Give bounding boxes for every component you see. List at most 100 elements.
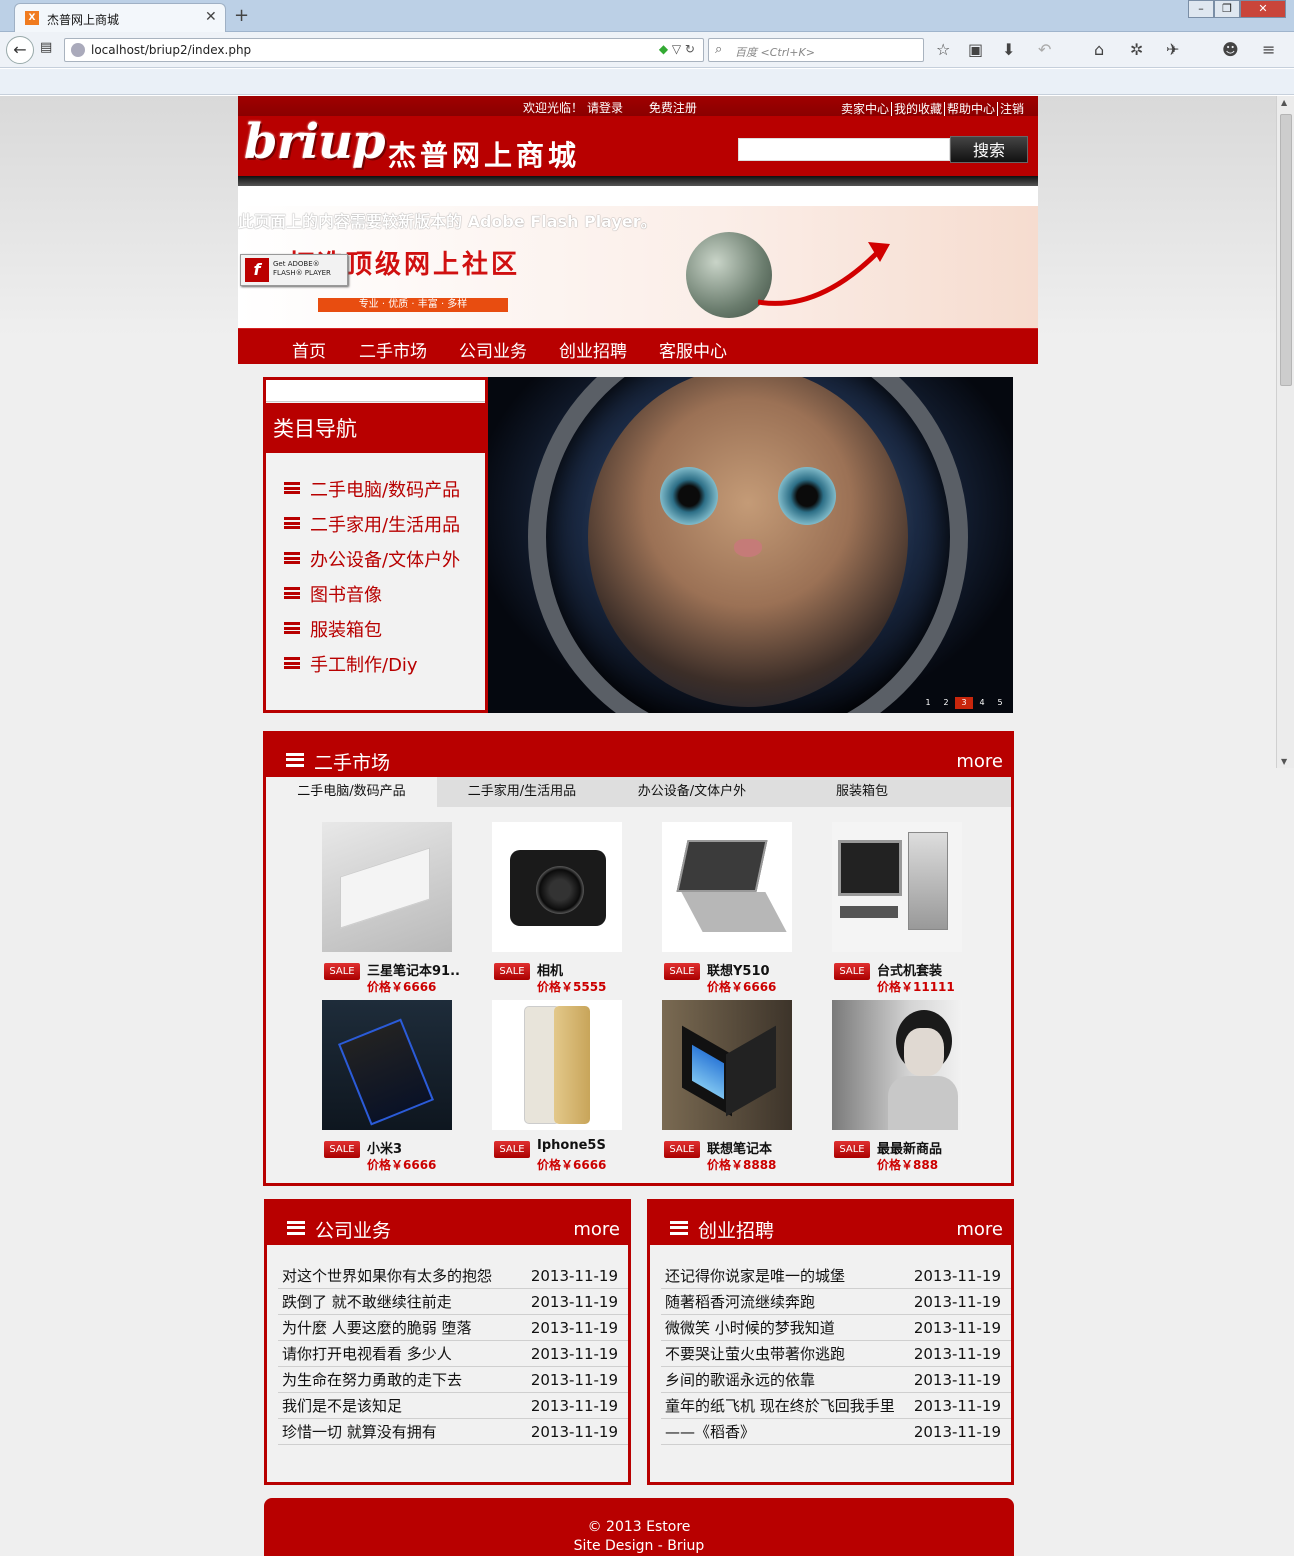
product-name[interactable]: 联想笔记本 (707, 1138, 772, 1157)
extension-icon[interactable]: ✈ (1166, 40, 1179, 59)
product-card[interactable]: SALE 最最新商品 价格￥888 (812, 1000, 962, 1172)
product-card[interactable]: SALE 联想笔记本 价格￥8888 (642, 1000, 792, 1172)
slider-dot[interactable]: 4 (973, 697, 991, 709)
category-item[interactable]: 办公设备/文体户外 (284, 546, 460, 581)
nav-home[interactable]: 首页 (292, 337, 326, 362)
product-card[interactable]: SALE 小米3 价格￥6666 (302, 1000, 452, 1172)
category-item[interactable]: 二手电脑/数码产品 (284, 476, 460, 511)
undo-icon[interactable]: ↶ (1038, 40, 1051, 59)
maximize-icon[interactable]: ❐ (1214, 0, 1240, 18)
more-link[interactable]: more (956, 751, 1003, 772)
tab-household[interactable]: 二手家用/生活用品 (437, 777, 607, 807)
get-flash-player-button[interactable]: f Get ADOBE® FLASH® PLAYER (240, 254, 348, 286)
news-item[interactable]: 还记得你说家是唯一的城堡 2013-11-19 (661, 1263, 1011, 1289)
product-card[interactable]: SALE 联想Y510 价格￥6666 (642, 822, 792, 994)
scroll-thumb[interactable] (1280, 114, 1292, 386)
menu-icon[interactable]: ≡ (1262, 40, 1275, 59)
product-name[interactable]: 联想Y510 (707, 960, 770, 979)
new-tab-icon[interactable]: + (234, 5, 249, 26)
tab-office[interactable]: 办公设备/文体户外 (607, 777, 777, 807)
nav-jobs[interactable]: 创业招聘 (559, 337, 627, 362)
scroll-up-icon[interactable]: ▲ (1281, 98, 1287, 107)
site-logo[interactable]: briup (244, 114, 386, 170)
site-search-input[interactable] (738, 138, 950, 161)
browser-search-input[interactable]: ⌕ 百度 <Ctrl+K> (708, 38, 924, 62)
close-tab-icon[interactable]: ✕ (205, 9, 217, 25)
logout-link[interactable]: 注销 (998, 102, 1026, 116)
vertical-scrollbar[interactable]: ▲ ▼ (1276, 96, 1294, 768)
list-icon (284, 517, 300, 529)
nav-second-hand-market[interactable]: 二手市场 (359, 337, 427, 362)
product-price: 价格￥888 (877, 1158, 939, 1172)
slider-dot[interactable]: 5 (991, 697, 1009, 709)
category-item[interactable]: 手工制作/Diy (284, 651, 460, 686)
nav-service-center[interactable]: 客服中心 (659, 337, 727, 362)
back-arrow-icon[interactable]: ← (6, 36, 34, 64)
search-button[interactable]: 搜索 (950, 136, 1028, 163)
nav-company-business[interactable]: 公司业务 (459, 337, 527, 362)
register-link[interactable]: 免费注册 (649, 101, 697, 115)
product-image[interactable] (322, 1000, 452, 1130)
slider-dot-active[interactable]: 3 (955, 697, 973, 709)
category-item[interactable]: 图书音像 (284, 581, 460, 616)
news-item[interactable]: 童年的纸飞机 现在终於飞回我手里 2013-11-19 (661, 1393, 1011, 1419)
seller-center-link[interactable]: 卖家中心 (838, 102, 892, 116)
history-icon[interactable]: ▤ (40, 40, 52, 55)
product-card[interactable]: SALE 台式机套装 价格￥11111 (812, 822, 962, 994)
favorites-link[interactable]: 我的收藏 (891, 102, 945, 116)
news-item[interactable]: 对这个世界如果你有太多的抱怨 2013-11-19 (278, 1263, 628, 1289)
news-item[interactable]: 我们是不是该知足 2013-11-19 (278, 1393, 628, 1419)
hero-slider[interactable]: 12345 (488, 377, 1013, 713)
product-name[interactable]: 台式机套装 (877, 960, 942, 979)
gear-icon[interactable]: ✲ (1130, 40, 1143, 59)
bookmark-star-icon[interactable]: ☆ (936, 40, 950, 59)
more-link[interactable]: more (573, 1219, 620, 1240)
login-link[interactable]: 请登录 (587, 101, 623, 115)
category-item[interactable]: 二手家用/生活用品 (284, 511, 460, 546)
product-image[interactable] (662, 1000, 792, 1130)
product-name[interactable]: 最最新商品 (877, 1138, 942, 1157)
news-item[interactable]: 不要哭让萤火虫带著你逃跑 2013-11-19 (661, 1341, 1011, 1367)
home-icon[interactable]: ⌂ (1094, 40, 1104, 59)
product-image[interactable] (492, 1000, 622, 1130)
product-card[interactable]: SALE 三星笔记本91.. 价格￥6666 (302, 822, 460, 994)
news-item[interactable]: 请你打开电视看看 多少人 2013-11-19 (278, 1341, 628, 1367)
tab-computers[interactable]: 二手电脑/数码产品 (266, 777, 437, 807)
minimize-icon[interactable]: – (1188, 0, 1214, 18)
reading-list-icon[interactable]: ▣ (968, 40, 983, 59)
news-item[interactable]: 跌倒了 就不敢继续往前走 2013-11-19 (278, 1289, 628, 1315)
tab-clothing[interactable]: 服装箱包 (777, 777, 947, 807)
browser-tab[interactable]: X 杰普网上商城 ✕ (14, 3, 226, 32)
product-name[interactable]: 相机 (537, 960, 563, 979)
more-link[interactable]: more (956, 1219, 1003, 1240)
help-center-link[interactable]: 帮助中心 (944, 102, 998, 116)
flash-badge-line2: FLASH® PLAYER (273, 269, 331, 277)
download-icon[interactable]: ⬇ (1002, 40, 1015, 59)
product-card[interactable]: SALE 相机 价格￥5555 (472, 822, 622, 994)
scroll-down-icon[interactable]: ▼ (1281, 757, 1287, 766)
close-window-icon[interactable]: ✕ (1240, 0, 1286, 18)
news-item[interactable]: 随著稻香河流继续奔跑 2013-11-19 (661, 1289, 1011, 1315)
news-item[interactable]: 珍惜一切 就算没有拥有 2013-11-19 (278, 1419, 628, 1445)
product-card[interactable]: SALE Iphone5S 价格￥6666 (472, 1000, 622, 1172)
news-item[interactable]: ——《稻香》 2013-11-19 (661, 1419, 1011, 1445)
product-name[interactable]: 三星笔记本91.. (367, 960, 460, 979)
slider-dot[interactable]: 1 (919, 697, 937, 709)
product-image[interactable] (832, 822, 962, 952)
news-item[interactable]: 微微笑 小时候的梦我知道 2013-11-19 (661, 1315, 1011, 1341)
product-image[interactable] (492, 822, 622, 952)
product-name[interactable]: Iphone5S (537, 1138, 606, 1153)
product-image[interactable] (662, 822, 792, 952)
news-item[interactable]: 乡间的歌谣永远的依靠 2013-11-19 (661, 1367, 1011, 1393)
chat-icon[interactable]: ☻ (1222, 40, 1239, 59)
product-name[interactable]: 小米3 (367, 1138, 402, 1157)
reload-icon[interactable]: ◆ ▽ ↻ (659, 42, 695, 56)
news-item[interactable]: 为什麼 人要这麼的脆弱 堕落 2013-11-19 (278, 1315, 628, 1341)
url-bar[interactable]: localhost/briup2/index.php ◆ ▽ ↻ (64, 38, 704, 62)
product-image[interactable] (832, 1000, 962, 1130)
news-date: 2013-11-19 (913, 1293, 1001, 1311)
product-image[interactable] (322, 822, 452, 952)
news-item[interactable]: 为生命在努力勇敢的走下去 2013-11-19 (278, 1367, 628, 1393)
slider-dot[interactable]: 2 (937, 697, 955, 709)
category-item[interactable]: 服装箱包 (284, 616, 460, 651)
